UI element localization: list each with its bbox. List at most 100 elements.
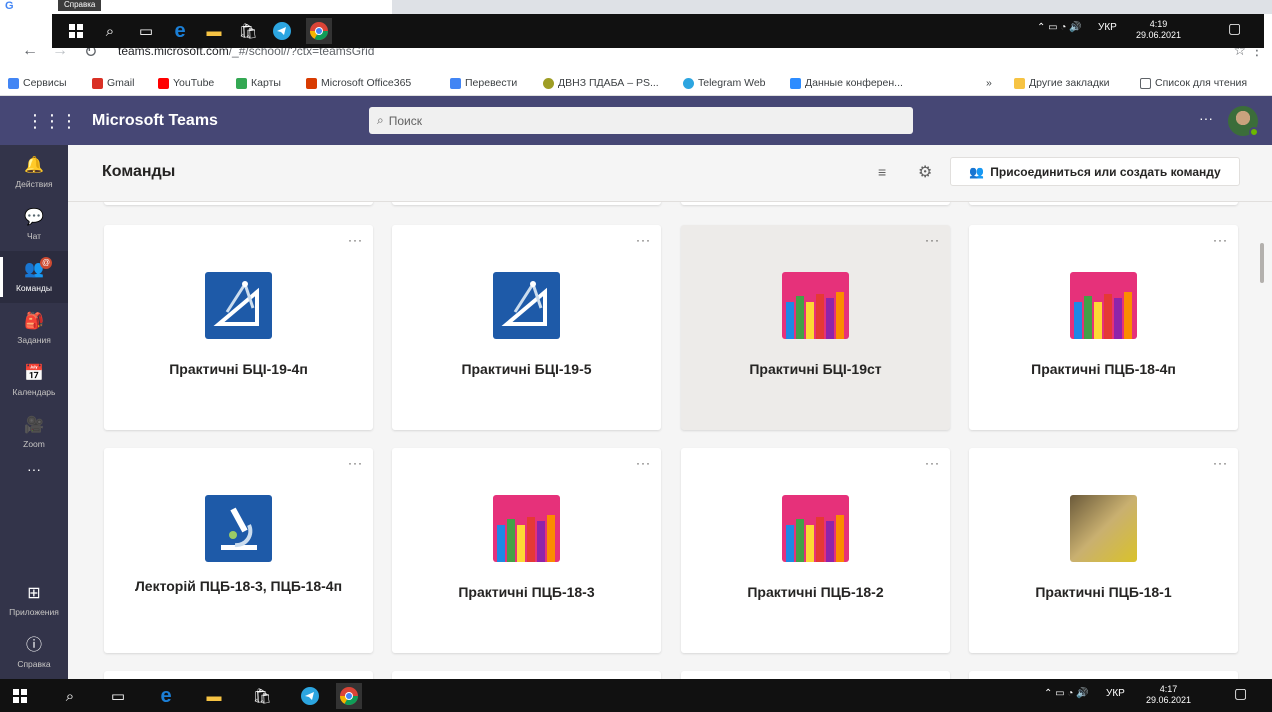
bell-icon: 🔔	[24, 157, 44, 174]
chrome-icon[interactable]	[336, 683, 362, 709]
bookmark-item[interactable]: Telegram Web	[683, 77, 766, 89]
file-explorer-icon[interactable]: ▬	[204, 21, 224, 41]
bookmark-item[interactable]: ДВНЗ ПДАБА – PS...	[543, 77, 659, 89]
bookmark-item[interactable]: Сервисы	[8, 77, 67, 89]
presence-indicator	[1249, 127, 1259, 137]
reading-list-icon	[1140, 77, 1151, 89]
pencils-icon	[493, 495, 560, 562]
team-card[interactable]: ··· Практичні БЦІ-19-4п	[104, 225, 373, 430]
page-title: Команды	[102, 163, 176, 180]
bookmarks-bar: Сервисы Gmail YouTube Карты Microsoft Of…	[0, 70, 1272, 96]
more-options-icon[interactable]: ···	[348, 233, 363, 247]
windows-start-icon[interactable]	[66, 21, 86, 41]
more-options-icon[interactable]: ···	[925, 233, 940, 247]
more-bookmarks-button[interactable]: »	[986, 77, 992, 89]
windows-start-icon[interactable]	[10, 686, 30, 706]
back-icon[interactable]: ←	[22, 42, 38, 60]
rail-more-button[interactable]: ···	[0, 461, 68, 513]
join-or-create-team-button[interactable]: 👥 Присоединиться или создать команду	[950, 157, 1240, 186]
reading-list[interactable]: Список для чтения	[1140, 77, 1247, 89]
bookmark-item[interactable]: Данные конферен...	[790, 77, 903, 89]
microscope-icon	[205, 495, 272, 562]
office-icon	[306, 77, 317, 89]
store-icon[interactable]: 🛍	[238, 21, 258, 41]
team-card[interactable]: ··· Практичні ПЦБ-18-4п	[969, 225, 1238, 430]
more-options-icon[interactable]: ···	[1199, 110, 1213, 126]
telegram-icon[interactable]	[272, 21, 292, 41]
team-card-partial[interactable]	[392, 671, 661, 679]
content-header: Команды ≡ ⚙ 👥 Присоединиться или создать…	[68, 145, 1272, 202]
tray-icons[interactable]: ⌃ ▭ ◔ 🔊	[1044, 688, 1089, 699]
team-name: Лекторій ПЦБ-18-3, ПЦБ-18-4п	[134, 578, 343, 594]
rail-item-calendar[interactable]: 📅 Календарь	[0, 355, 68, 407]
search-icon[interactable]: ⌕	[60, 686, 80, 706]
more-options-icon[interactable]: ···	[636, 456, 651, 470]
team-card[interactable]: ··· Лекторій ПЦБ-18-3, ПЦБ-18-4п	[104, 448, 373, 653]
bookmark-item[interactable]: Перевести	[450, 77, 517, 89]
windows-taskbar: ⌕ ▭ e ▬ 🛍 ⌃ ▭ ◔ 🔊 УКР 4:17 29.06.2021 ▢	[0, 679, 1272, 712]
rail-item-teams[interactable]: 👥 @ Команды	[0, 251, 68, 303]
telegram-icon[interactable]	[300, 686, 320, 706]
google-icon: G	[5, 0, 14, 12]
clock[interactable]: 4:17 29.06.2021	[1146, 684, 1191, 706]
search-icon[interactable]: ⌕	[100, 21, 120, 41]
rail-item-assignments[interactable]: 🎒 Задания	[0, 303, 68, 355]
team-card[interactable]: ··· Практичні БЦІ-19-5	[392, 225, 661, 430]
store-icon[interactable]: 🛍	[252, 686, 272, 706]
notification-icon[interactable]: ▢	[1234, 685, 1247, 702]
task-view-icon[interactable]: ▭	[136, 21, 156, 41]
gmail-icon	[92, 77, 103, 89]
team-card[interactable]: ··· Практичні ПЦБ-18-1	[969, 448, 1238, 653]
bookmark-item[interactable]: Gmail	[92, 77, 134, 89]
rail-item-activity[interactable]: 🔔 Действия	[0, 147, 68, 199]
bookmark-item[interactable]: YouTube	[158, 77, 214, 89]
rail-item-chat[interactable]: 💬 Чат	[0, 199, 68, 251]
more-options-icon[interactable]: ···	[1213, 233, 1228, 247]
search-placeholder: Поиск	[388, 113, 422, 128]
more-options-icon[interactable]: ···	[348, 456, 363, 470]
scrollbar[interactable]	[1258, 205, 1266, 679]
rail-item-zoom[interactable]: 🎥 Zoom	[0, 407, 68, 459]
tooltip: Справка	[58, 0, 102, 11]
gear-icon[interactable]: ⚙	[918, 162, 932, 182]
more-options-icon[interactable]: ···	[925, 456, 940, 470]
avatar[interactable]	[1228, 106, 1259, 137]
maps-icon	[236, 77, 247, 89]
bookmark-item[interactable]: Карты	[236, 77, 281, 89]
scrollbar-thumb[interactable]	[1260, 243, 1264, 283]
pencils-icon	[782, 495, 849, 562]
app-launcher-icon[interactable]: ⋮⋮⋮	[26, 111, 78, 132]
edge-icon[interactable]: e	[156, 685, 176, 707]
browser-tabstrip: G Справка	[0, 0, 1272, 14]
team-card-partial[interactable]	[104, 671, 373, 679]
teams-content: Команды ≡ ⚙ 👥 Присоединиться или создать…	[68, 145, 1272, 679]
language-indicator[interactable]: УКР	[1098, 22, 1117, 33]
bookmark-item[interactable]: Microsoft Office365	[306, 77, 411, 89]
file-explorer-icon[interactable]: ▬	[204, 686, 224, 706]
team-card[interactable]: ··· Практичні ПЦБ-18-3	[392, 448, 661, 653]
apps-icon: ⊞	[27, 585, 41, 602]
task-view-icon[interactable]: ▭	[108, 686, 128, 706]
team-card[interactable]: ··· Практичні ПЦБ-18-2	[681, 448, 950, 653]
other-bookmarks[interactable]: Другие закладки	[1014, 77, 1109, 89]
zoom-icon	[790, 77, 801, 89]
overlay-taskbar: ⌕ ▭ e ▬ 🛍 ⌃ ▭ ◔ 🔊 УКР 4:19 29.06.2021 ▢	[52, 14, 1264, 48]
rail-item-apps[interactable]: ⊞ Приложения	[0, 575, 68, 627]
more-options-icon[interactable]: ···	[636, 233, 651, 247]
filter-icon[interactable]: ≡	[878, 164, 886, 180]
edge-icon[interactable]: e	[170, 20, 190, 42]
rail-item-help[interactable]: ⓘ Справка	[0, 627, 68, 679]
team-card-partial[interactable]	[681, 671, 950, 679]
language-indicator[interactable]: УКР	[1106, 688, 1125, 699]
notification-icon[interactable]: ▢	[1228, 20, 1241, 37]
tray-icons[interactable]: ⌃ ▭ ◔ 🔊	[1037, 22, 1082, 33]
youtube-icon	[158, 77, 169, 89]
team-card[interactable]: ··· Практичні БЦІ-19ст	[681, 225, 950, 430]
chrome-icon[interactable]	[306, 18, 332, 44]
search-input[interactable]: ⌕ Поиск	[369, 107, 913, 134]
team-card-partial[interactable]	[969, 671, 1238, 679]
help-icon: ⓘ	[25, 637, 42, 654]
app-title: Microsoft Teams	[92, 112, 218, 129]
more-options-icon[interactable]: ···	[1213, 456, 1228, 470]
clock[interactable]: 4:19 29.06.2021	[1136, 19, 1181, 41]
